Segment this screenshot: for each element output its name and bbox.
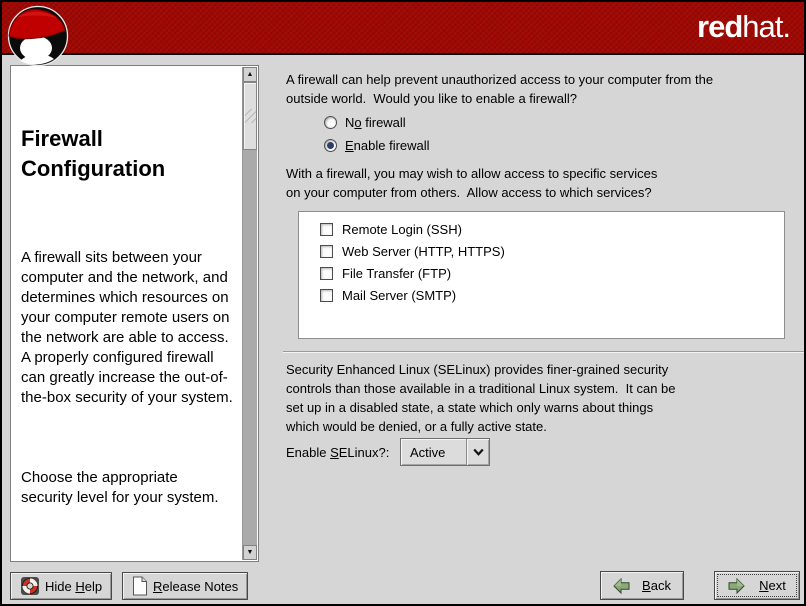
- selinux-dropdown-value: Active: [401, 439, 466, 465]
- release-notes-button[interactable]: Release Notes: [122, 572, 248, 600]
- back-button[interactable]: Back: [600, 571, 684, 600]
- selinux-dropdown[interactable]: Active: [400, 438, 490, 466]
- release-notes-label: Release Notes: [153, 579, 238, 594]
- firewall-radio-group: No firewall Enable firewall: [324, 111, 430, 157]
- checkbox-icon[interactable]: [320, 267, 333, 280]
- redhat-shadowman-logo-icon: [6, 3, 70, 67]
- service-label: Remote Login (SSH): [342, 222, 462, 237]
- checkbox-icon[interactable]: [320, 289, 333, 302]
- help-title: Firewall Configuration: [21, 124, 239, 184]
- radio-no-firewall[interactable]: No firewall: [324, 111, 430, 134]
- checkbox-icon[interactable]: [320, 223, 333, 236]
- radio-enable-firewall[interactable]: Enable firewall: [324, 134, 430, 157]
- up-arrow-icon: ▲: [247, 71, 254, 78]
- hide-help-button[interactable]: Hide Help: [10, 572, 112, 600]
- scrollbar-thumb[interactable]: [243, 82, 257, 150]
- services-box: Remote Login (SSH) Web Server (HTTP, HTT…: [298, 211, 785, 339]
- radio-button-icon[interactable]: [324, 116, 337, 129]
- redhat-wordmark-bold: red: [697, 9, 742, 44]
- back-label: Back: [642, 578, 671, 593]
- services-question-text: With a firewall, you may wish to allow a…: [286, 164, 786, 202]
- service-label: Mail Server (SMTP): [342, 288, 456, 303]
- selinux-description: Security Enhanced Linux (SELinux) provid…: [286, 360, 786, 436]
- back-arrow-icon: [613, 578, 630, 594]
- service-label: Web Server (HTTP, HTTPS): [342, 244, 505, 259]
- help-content: Firewall Configuration A firewall sits b…: [21, 76, 239, 560]
- chevron-down-icon: [467, 439, 489, 465]
- header-bar: redhat.: [2, 2, 804, 55]
- service-label: File Transfer (FTP): [342, 266, 451, 281]
- down-arrow-icon: ▼: [247, 549, 254, 556]
- hide-help-label: Hide Help: [45, 579, 102, 594]
- service-row-mail-server[interactable]: Mail Server (SMTP): [299, 284, 784, 306]
- next-label: Next: [759, 578, 786, 593]
- service-row-web-server[interactable]: Web Server (HTTP, HTTPS): [299, 240, 784, 262]
- document-icon: [132, 576, 148, 596]
- help-paragraph-1: A firewall sits between your computer an…: [21, 248, 239, 408]
- radio-enable-firewall-label: Enable firewall: [345, 138, 430, 153]
- help-scrollbar[interactable]: ▲ ▼: [242, 67, 257, 560]
- radio-button-icon[interactable]: [324, 139, 337, 152]
- help-panel: Firewall Configuration A firewall sits b…: [10, 65, 259, 562]
- next-arrow-icon: [728, 578, 745, 594]
- scrollbar-up-button[interactable]: ▲: [243, 67, 257, 82]
- help-paragraph-2: Choose the appropriate security level fo…: [21, 468, 239, 508]
- scrollbar-down-button[interactable]: ▼: [243, 545, 257, 560]
- lifesaver-icon: [20, 576, 40, 596]
- firewall-question-text: A firewall can help prevent unauthorized…: [286, 70, 786, 108]
- checkbox-icon[interactable]: [320, 245, 333, 258]
- section-separator: [283, 351, 806, 353]
- service-row-remote-login[interactable]: Remote Login (SSH): [299, 218, 784, 240]
- selinux-label: Enable SELinux?:: [286, 438, 389, 466]
- radio-no-firewall-label: No firewall: [345, 115, 406, 130]
- next-button[interactable]: Next: [714, 571, 800, 600]
- redhat-wordmark-light: hat.: [742, 9, 790, 44]
- service-row-file-transfer[interactable]: File Transfer (FTP): [299, 262, 784, 284]
- redhat-wordmark: redhat.: [697, 10, 790, 44]
- installer-window: redhat. Firewall Configuration A firewal…: [0, 0, 806, 606]
